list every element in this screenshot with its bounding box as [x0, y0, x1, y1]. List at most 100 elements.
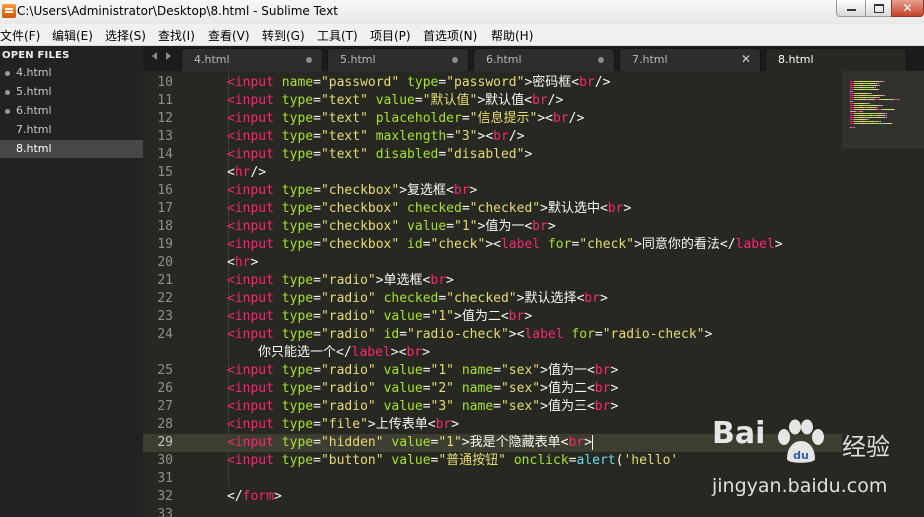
sidebar-file-item[interactable]: 7.html [0, 121, 143, 139]
code-line[interactable]: 11 <input type="text" value="默认值">默认值<br/… [143, 92, 842, 110]
modified-dot-icon [5, 71, 10, 76]
tab-7-html[interactable]: 7.html ✕ [619, 48, 761, 71]
code-token: type [281, 93, 314, 108]
tab-8-html[interactable]: 8.html [765, 48, 907, 71]
tab-scroll-right-icon[interactable] [166, 52, 171, 60]
menu-item-4[interactable]: 查找(I) [158, 27, 195, 44]
code-line[interactable]: 24 <input type="radio" id="radio-check"><… [143, 326, 842, 344]
code-line[interactable]: 10 <input name="password" type="password"… [143, 74, 842, 92]
code-token: "sex" [500, 363, 541, 378]
code-line[interactable]: 26 <input type="radio" value="2" name="se… [143, 380, 842, 398]
code-token: /> [547, 93, 564, 108]
sidebar-file-item[interactable]: 6.html [0, 102, 143, 120]
tab-scroll-left-icon[interactable] [152, 52, 157, 60]
code-text: <input type="text" disabled="disabled"> [227, 146, 532, 164]
code-token: br [435, 417, 452, 432]
code-token: br [406, 345, 423, 360]
code-line[interactable]: 16 <input type="checkbox">复选框<br> [143, 182, 842, 200]
code-token: br [594, 363, 611, 378]
code-token: > [623, 201, 632, 216]
code-token: <input [227, 93, 274, 108]
menu-item-5[interactable]: 查看(V) [208, 27, 250, 44]
watermark-logo: Bai [712, 416, 766, 451]
code-token: /> [568, 111, 585, 126]
code-token: hr [234, 165, 251, 180]
paw-icon: du [778, 419, 824, 463]
tab-close-icon[interactable]: ✕ [741, 52, 751, 66]
menu-item-9[interactable]: 首选项(N) [423, 27, 477, 44]
code-token: type [407, 75, 439, 90]
menu-item-6[interactable]: 转到(G) [262, 27, 305, 44]
tab-6-html[interactable]: 6.html [473, 48, 615, 71]
code-token: > [610, 363, 619, 378]
code-line[interactable]: 17 <input type="checkbox" checked="checke… [143, 200, 842, 218]
code-token: <input [227, 111, 274, 126]
code-line[interactable]: 22 <input type="radio" checked="checked">… [143, 290, 842, 308]
code-token: = [438, 147, 447, 162]
code-token: >< [508, 327, 525, 342]
sidebar-file-item[interactable]: 8.html [0, 140, 143, 158]
sidebar-file-item[interactable]: 5.html [0, 83, 143, 101]
code-token: type [281, 219, 314, 234]
code-token: "radio" [320, 273, 376, 288]
code-token: "radio" [320, 309, 376, 324]
code-token: "radio" [320, 327, 376, 342]
menu-item-3[interactable]: 选择(S) [105, 27, 146, 44]
code-token: <input [227, 147, 274, 162]
code-text: <input type="radio" id="radio-check"><la… [227, 326, 712, 344]
minimap-stroke [878, 83, 879, 84]
minimap-stroke [854, 127, 855, 128]
minimap-stroke [867, 109, 876, 110]
maximize-button[interactable] [865, 0, 892, 17]
code-token: id [407, 237, 423, 252]
menu-item-1[interactable]: 文件(F) [0, 27, 40, 44]
code-line[interactable]: 你只能选一个</label><br> [143, 344, 842, 362]
close-icon: ✕ [902, 1, 913, 15]
code-token: >单选框< [375, 273, 431, 288]
line-number: 12 [157, 111, 173, 126]
code-token: = [313, 147, 321, 162]
code-token: br [552, 111, 569, 126]
code-line[interactable]: 23 <input type="radio" value="1">值为二<br> [143, 308, 842, 326]
code-line[interactable]: 21 <input type="radio">单选框<br> [143, 272, 842, 290]
code-line[interactable]: 12 <input type="text" placeholder="信息提示">… [143, 110, 842, 128]
code-line[interactable]: 14 <input type="text" disabled="disabled"… [143, 146, 842, 164]
code-token: > [599, 291, 608, 306]
minimap-stroke [886, 113, 887, 114]
minimap-stroke [880, 121, 881, 122]
close-window-button[interactable]: ✕ [891, 0, 924, 17]
menu-item-10[interactable]: 帮助(H) [491, 27, 533, 44]
code-token: = [313, 75, 321, 90]
menu-item-7[interactable]: 工具(T) [317, 27, 358, 44]
code-token: >值为一< [540, 363, 595, 378]
tab-5-html[interactable]: 5.html [327, 48, 469, 71]
code-line[interactable]: 25 <input type="radio" value="1" name="se… [143, 362, 842, 380]
minimize-button[interactable] [836, 0, 866, 17]
modified-dot-icon [598, 57, 604, 63]
code-token: label [351, 345, 391, 360]
code-token: "3" [454, 129, 478, 144]
menu-item-2[interactable]: 编辑(E) [52, 27, 93, 44]
modified-dot-icon [5, 109, 10, 114]
minimap-stroke [879, 85, 880, 86]
sidebar-file-item[interactable]: 4.html [0, 64, 143, 82]
code-line[interactable]: 18 <input type="checkbox" value="1">值为一<b… [143, 218, 842, 236]
code-token: "1" [430, 309, 455, 324]
code-line[interactable]: 13 <input type="text" maxlength="3"><br/> [143, 128, 842, 146]
tab-label: 8.html [778, 53, 814, 66]
minimap-stroke [852, 91, 853, 92]
code-line[interactable]: 19 <input type="checkbox" id="check"><lab… [143, 236, 842, 254]
code-line[interactable]: 20 <hr> [143, 254, 842, 272]
code-line[interactable]: 15 <hr/> [143, 164, 842, 182]
code-token: type [281, 201, 314, 216]
code-text: <input name="password" type="password">密… [227, 74, 610, 92]
code-token: br [594, 399, 611, 414]
code-token: value [391, 453, 431, 468]
line-number: 32 [157, 489, 173, 504]
menu-item-8[interactable]: 项目(P) [370, 27, 411, 44]
code-token: <input [227, 399, 274, 414]
code-token: "password" [446, 75, 525, 90]
tab-4-html[interactable]: 4.html [181, 48, 323, 71]
